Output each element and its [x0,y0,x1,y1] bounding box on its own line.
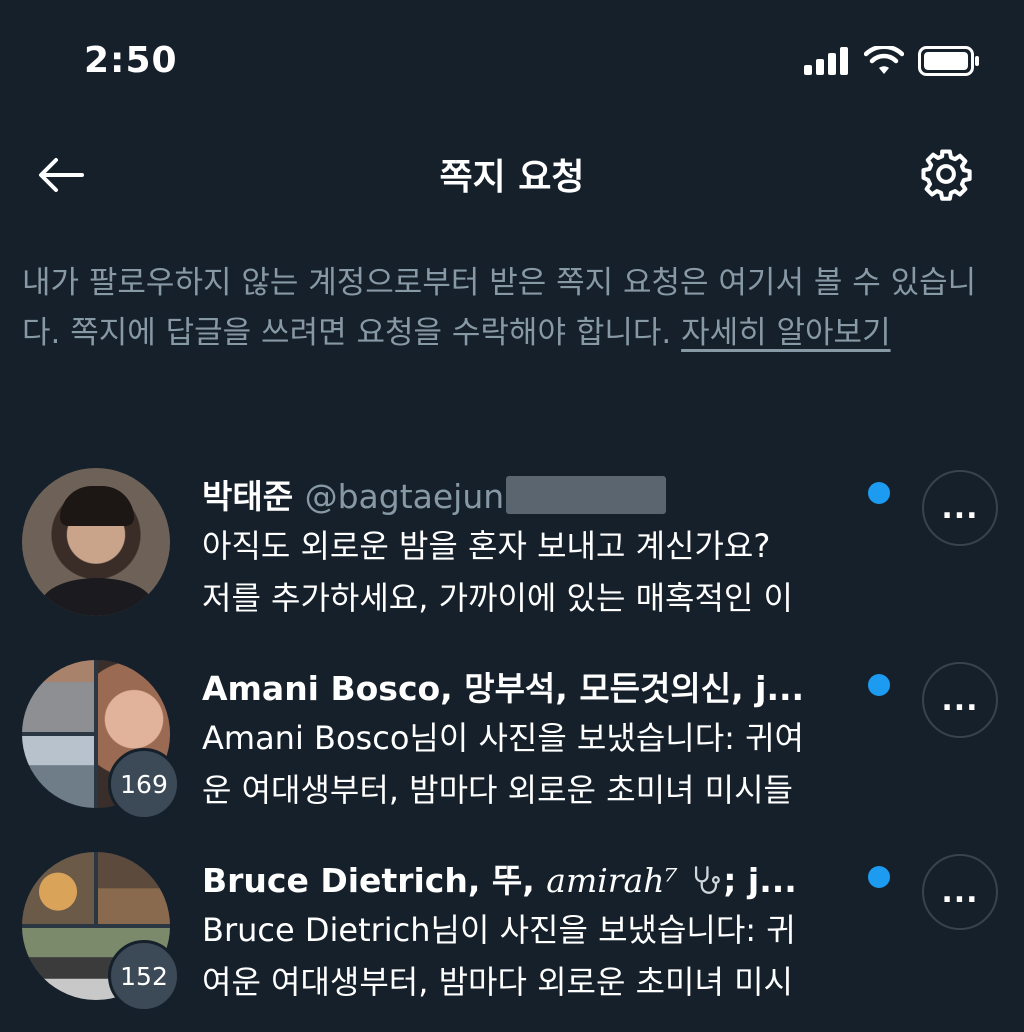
sender-display-name-stylized: amirah⁷ [546,861,678,900]
participant-count-badge: 169 [108,748,180,820]
page-title: 쪽지 요청 [439,157,585,198]
sender-display-name: Bruce Dietrich, 뚜, [202,861,547,900]
avatar-tile [98,852,170,924]
sender-name: Bruce Dietrich, 뚜, amirah⁷ ; j... [202,854,797,902]
wifi-icon [864,46,904,74]
redaction-box [506,476,667,514]
sender-handle: @bagtaejun [304,477,505,516]
avatar-tile [22,736,94,808]
gear-icon [921,149,972,201]
sender-name: Amani Bosco, 망부석, 모든것의신, j... [202,669,805,708]
message-line: 저를 추가하세요, 가까이에 있는 매혹적인 이 [202,579,793,617]
message-line: 아직도 외로운 밤을 혼자 보내고 계신가요? [202,527,771,565]
status-icons [804,46,980,76]
more-options-button[interactable]: ... [922,470,998,546]
top-bar: 쪽지 요청 [0,120,1024,230]
message-preview: Bruce Dietrich님이 사진을 보냈습니다: 귀 여운 여대생부터, … [202,904,902,1008]
participant-count-badge: 152 [108,940,180,1012]
settings-button[interactable] [918,146,974,202]
learn-more-link[interactable]: 자세히 알아보기 [681,315,891,351]
unread-indicator [868,482,890,504]
message-line: 여운 여대생부터, 밤마다 외로운 초미녀 미시 [202,963,793,1001]
more-options-button[interactable]: ... [922,854,998,930]
message-line: Amani Bosco님이 사진을 보냈습니다: 귀여 [202,719,804,757]
status-bar: 2:50 [0,0,1024,120]
stethoscope-icon [695,866,721,894]
unread-indicator [868,866,890,888]
sender-name: 박태준 @bagtaejun [202,470,667,518]
avatar-tile [22,852,94,924]
sender-name-suffix: ; j... [723,861,797,900]
sender-display-name: 박태준 [202,477,294,516]
message-line: Bruce Dietrich님이 사진을 보냈습니다: 귀 [202,911,796,949]
status-time: 2:50 [84,40,178,81]
message-request-item[interactable]: 169 Amani Bosco, 망부석, 모든것의신, j... ... Am… [0,660,1024,840]
message-line: 운 여대생부터, 밤마다 외로운 초미녀 미시들 [202,771,793,809]
unread-indicator [868,674,890,696]
message-request-item[interactable]: 152 Bruce Dietrich, 뚜, amirah⁷ ; j... ..… [0,852,1024,1032]
avatar [22,468,170,616]
message-preview: Amani Bosco님이 사진을 보냈습니다: 귀여 운 여대생부터, 밤마다… [202,712,902,816]
avatar-tile [22,660,94,732]
more-options-button[interactable]: ... [922,662,998,738]
message-preview: 아직도 외로운 밤을 혼자 보내고 계신가요? 저를 추가하세요, 가까이에 있… [202,520,902,624]
battery-icon [918,46,979,76]
requests-description: 내가 팔로우하지 않는 계정으로부터 받은 쪽지 요청은 여기서 볼 수 있습니… [22,258,1002,358]
cellular-signal-icon [804,47,848,75]
message-request-item[interactable]: 박태준 @bagtaejun ... 아직도 외로운 밤을 혼자 보내고 계신가… [0,468,1024,648]
